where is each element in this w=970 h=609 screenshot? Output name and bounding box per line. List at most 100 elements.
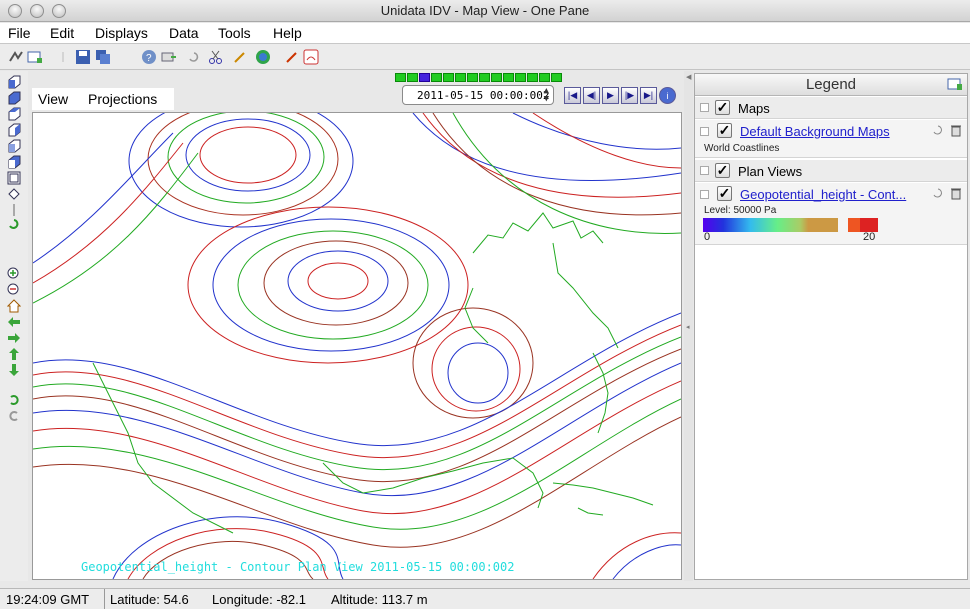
main-toolbar: ? xyxy=(0,44,970,70)
data-chooser-icon[interactable] xyxy=(8,49,24,65)
collapse-toggle-icon[interactable] xyxy=(700,103,709,112)
animation-frame[interactable] xyxy=(431,73,442,82)
view-menu-bar: View Projections xyxy=(32,88,174,110)
trash-icon[interactable] xyxy=(949,186,963,203)
spinner-icon[interactable]: ▲ ▼ xyxy=(544,87,549,104)
zoom-out-icon[interactable] xyxy=(6,283,22,297)
trash-icon[interactable] xyxy=(949,123,963,140)
first-frame-icon[interactable]: |◀ xyxy=(564,87,581,104)
time-selector-value: 2011-05-15 00:00:002 xyxy=(417,89,550,102)
maps-visibility-checkbox[interactable]: ✓ xyxy=(715,100,730,115)
rotate-icon[interactable] xyxy=(6,187,22,201)
pan-down-icon[interactable] xyxy=(6,363,22,377)
animation-frame[interactable] xyxy=(419,73,430,82)
help-icon[interactable]: ? xyxy=(141,49,157,65)
view-west-icon[interactable] xyxy=(6,155,22,169)
view-east-icon[interactable] xyxy=(6,123,22,137)
pan-left-icon[interactable] xyxy=(6,315,22,329)
panel-splitter[interactable]: ◀ ◂ xyxy=(684,71,693,581)
background-maps-link[interactable]: Default Background Maps xyxy=(740,124,890,139)
brush-icon[interactable] xyxy=(232,49,248,65)
new-legend-window-icon[interactable] xyxy=(947,77,963,95)
animation-frame[interactable] xyxy=(407,73,418,82)
animation-frame[interactable] xyxy=(443,73,454,82)
view-north-icon[interactable] xyxy=(6,107,22,121)
color-scale-bar[interactable] xyxy=(703,218,878,232)
title-bar: Unidata IDV - Map View - One Pane xyxy=(0,0,970,22)
animation-frame[interactable] xyxy=(455,73,466,82)
view-top-icon[interactable] xyxy=(6,75,22,89)
menu-file[interactable]: File xyxy=(8,25,31,41)
time-selector[interactable]: 2011-05-15 00:00:002 ▲ ▼ xyxy=(402,85,554,105)
reload-icon[interactable] xyxy=(931,123,945,140)
animation-info-icon[interactable]: i xyxy=(659,87,676,104)
home-icon[interactable] xyxy=(6,299,22,313)
menu-view[interactable]: View xyxy=(38,91,68,107)
step-forward-icon[interactable]: |▶ xyxy=(621,87,638,104)
redo-view-icon[interactable] xyxy=(6,409,22,423)
menu-tools[interactable]: Tools xyxy=(218,25,251,41)
play-icon[interactable]: ▶ xyxy=(602,87,619,104)
status-longitude: Longitude: -82.1 xyxy=(212,592,306,607)
legend-group-label: Plan Views xyxy=(738,164,803,179)
view-flat-icon[interactable] xyxy=(6,171,22,185)
send-icon[interactable] xyxy=(161,49,177,65)
legend-title: Legend xyxy=(695,74,967,96)
step-back-icon[interactable]: ◀| xyxy=(583,87,600,104)
background-maps-checkbox[interactable]: ✓ xyxy=(717,123,732,138)
menu-displays[interactable]: Displays xyxy=(95,25,148,41)
globe-icon[interactable] xyxy=(255,49,271,65)
animation-frame[interactable] xyxy=(539,73,550,82)
collapse-left-icon[interactable]: ◀ xyxy=(686,73,691,81)
animation-frame[interactable] xyxy=(515,73,526,82)
scissors-icon[interactable] xyxy=(208,49,224,65)
animation-controls: |◀ ◀| ▶ |▶ ▶| i xyxy=(564,87,676,104)
reload-icon[interactable] xyxy=(931,186,945,203)
collapse-toggle-icon[interactable] xyxy=(700,190,709,199)
collapse-toggle-icon[interactable] xyxy=(700,166,709,175)
last-frame-icon[interactable]: ▶| xyxy=(640,87,657,104)
legend-title-text: Legend xyxy=(805,76,857,93)
map-view[interactable]: Geopotential_height - Contour Plan View … xyxy=(32,112,682,580)
geopotential-checkbox[interactable]: ✓ xyxy=(717,186,732,201)
window-title: Unidata IDV - Map View - One Pane xyxy=(380,3,590,18)
save-icon[interactable] xyxy=(75,49,91,65)
status-latitude: Latitude: 54.6 xyxy=(110,592,189,607)
animation-frame[interactable] xyxy=(467,73,478,82)
save-as-icon[interactable] xyxy=(95,49,111,65)
zoom-in-icon[interactable] xyxy=(6,267,22,281)
view-bottom-icon[interactable] xyxy=(6,91,22,105)
vertical-scale-icon[interactable] xyxy=(6,203,22,217)
animation-frame[interactable] xyxy=(551,73,562,82)
geopotential-link[interactable]: Geopotential_height - Cont... xyxy=(740,187,906,202)
legend-group-plan-views[interactable]: ✓ Plan Views xyxy=(695,160,967,182)
legend-group-maps[interactable]: ✓ Maps xyxy=(695,97,967,119)
pan-right-icon[interactable] xyxy=(6,331,22,345)
menu-edit[interactable]: Edit xyxy=(50,25,74,41)
undo-view-icon[interactable] xyxy=(6,393,22,407)
animation-frame[interactable] xyxy=(479,73,490,82)
animation-frame[interactable] xyxy=(395,73,406,82)
legend-item-geopotential[interactable]: ✓ Geopotential_height - Cont... Level: 5… xyxy=(695,183,967,245)
animation-frame[interactable] xyxy=(491,73,502,82)
legend-item-background-maps[interactable]: ✓ Default Background Maps World Coastlin… xyxy=(695,120,967,158)
splitter-grip-icon[interactable]: ◂ xyxy=(686,323,690,331)
menu-projections[interactable]: Projections xyxy=(88,91,157,107)
collapse-toggle-icon[interactable] xyxy=(700,127,709,136)
reset-view-icon[interactable] xyxy=(6,217,22,231)
plan-views-visibility-checkbox[interactable]: ✓ xyxy=(715,163,730,178)
close-display-icon[interactable] xyxy=(303,49,319,65)
view-toolbar xyxy=(0,71,28,581)
refresh-icon[interactable] xyxy=(186,49,202,65)
pan-up-icon[interactable] xyxy=(6,347,22,361)
animation-frame[interactable] xyxy=(503,73,514,82)
status-altitude: Altitude: 113.7 m xyxy=(331,592,428,607)
menu-help[interactable]: Help xyxy=(273,25,302,41)
pencil-icon[interactable] xyxy=(284,49,300,65)
new-window-icon[interactable] xyxy=(27,49,43,65)
animation-timeline[interactable] xyxy=(395,73,562,83)
legend-panel: Legend ✓ Maps ✓ Default Background Maps … xyxy=(694,73,968,580)
animation-frame[interactable] xyxy=(527,73,538,82)
menu-data[interactable]: Data xyxy=(169,25,199,41)
view-south-icon[interactable] xyxy=(6,139,22,153)
